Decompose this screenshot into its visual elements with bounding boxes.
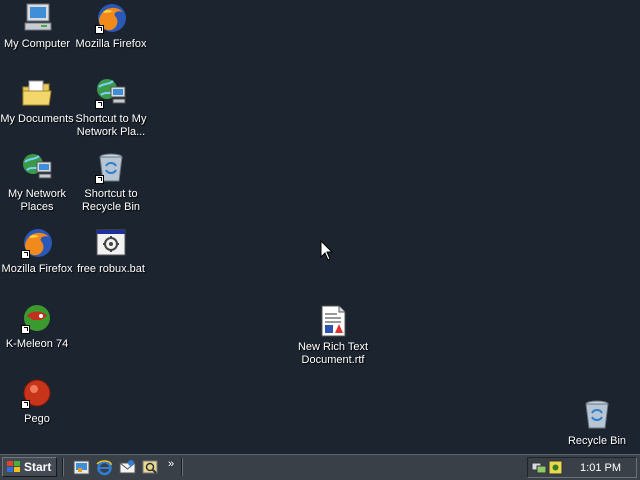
desktop-icon-my-documents[interactable]: My Documents	[0, 77, 74, 126]
desktop-icon-free-robux-bat[interactable]: free robux.bat	[74, 227, 148, 276]
desktop-icon-label: K-Meleon 74	[5, 338, 69, 350]
desktop-icon-recycle-bin[interactable]: Recycle Bin	[560, 399, 634, 448]
mouse-cursor-icon	[320, 240, 334, 261]
start-button[interactable]: Start	[2, 457, 57, 477]
desktop-icon-label: Shortcut to My Network Pla...	[75, 113, 147, 138]
security-tray-icon[interactable]	[548, 460, 563, 475]
shortcut-arrow-icon	[21, 325, 30, 334]
shortcut-arrow-icon	[95, 175, 104, 184]
desktop-icon-label: Mozilla Firefox	[75, 38, 147, 50]
rtf-document-icon	[317, 305, 349, 337]
desktop-icon-k-meleon[interactable]: K-Meleon 74	[0, 302, 74, 351]
desktop-icon-shortcut-network-places[interactable]: Shortcut to My Network Pla...	[74, 77, 148, 139]
desktop-icon-my-computer[interactable]: My Computer	[0, 2, 74, 51]
desktop-icon-label: My Computer	[3, 38, 71, 50]
computer-icon	[21, 2, 53, 34]
quick-launch-more-button[interactable]: »	[168, 458, 174, 470]
batch-file-icon	[95, 227, 127, 259]
start-label: Start	[24, 460, 52, 474]
network-tray-icon[interactable]	[531, 460, 547, 475]
desktop-icon-label: free robux.bat	[77, 263, 145, 275]
windows-flag-icon	[7, 461, 20, 472]
network-places-icon	[95, 77, 127, 109]
firefox-icon	[95, 2, 127, 34]
k-meleon-icon	[21, 302, 53, 334]
clock[interactable]: 1:01 PM	[580, 462, 621, 474]
desktop-icon-new-rich-text-document[interactable]: New Rich Text Document.rtf	[296, 305, 370, 367]
shortcut-arrow-icon	[21, 400, 30, 409]
firefox-icon	[21, 227, 53, 259]
shortcut-arrow-icon	[21, 250, 30, 259]
desktop-icon-mozilla-firefox-2[interactable]: Mozilla Firefox	[0, 227, 74, 276]
desktop-icon-label: My Documents	[0, 113, 74, 125]
outlook-express-icon[interactable]	[119, 459, 136, 476]
search-icon[interactable]	[142, 459, 159, 476]
desktop-icon-label: Mozilla Firefox	[1, 263, 73, 275]
desktop-icon-label: Shortcut to Recycle Bin	[81, 188, 141, 213]
pego-icon	[21, 377, 53, 409]
shortcut-arrow-icon	[95, 100, 104, 109]
desktop-icon-shortcut-recycle-bin[interactable]: Shortcut to Recycle Bin	[74, 152, 148, 214]
desktop-icon-pego[interactable]: Pego	[0, 377, 74, 426]
taskbar-separator	[181, 458, 183, 476]
taskbar-separator	[62, 458, 64, 476]
desktop-icon-label: Recycle Bin	[567, 435, 627, 447]
shortcut-arrow-icon	[95, 25, 104, 34]
desktop-icon-label: My Network Places	[7, 188, 67, 213]
desktop-icon-my-network-places[interactable]: My Network Places	[0, 152, 74, 214]
system-tray: 1:01 PM	[527, 457, 637, 478]
recycle-bin-icon	[95, 152, 127, 184]
desktop-icon-label: Pego	[24, 413, 50, 425]
desktop-icon-mozilla-firefox[interactable]: Mozilla Firefox	[74, 2, 148, 51]
internet-explorer-icon[interactable]	[96, 459, 113, 476]
recycle-bin-icon	[581, 399, 613, 431]
desktop-icon-label: New Rich Text Document.rtf	[297, 341, 369, 366]
show-desktop-icon[interactable]	[73, 459, 90, 476]
network-places-icon	[21, 152, 53, 184]
folder-icon	[21, 77, 53, 109]
taskbar: Start » 1:01 PM	[0, 454, 640, 480]
desktop[interactable]: My Computer Mozilla Firefox My Documents…	[0, 0, 640, 454]
